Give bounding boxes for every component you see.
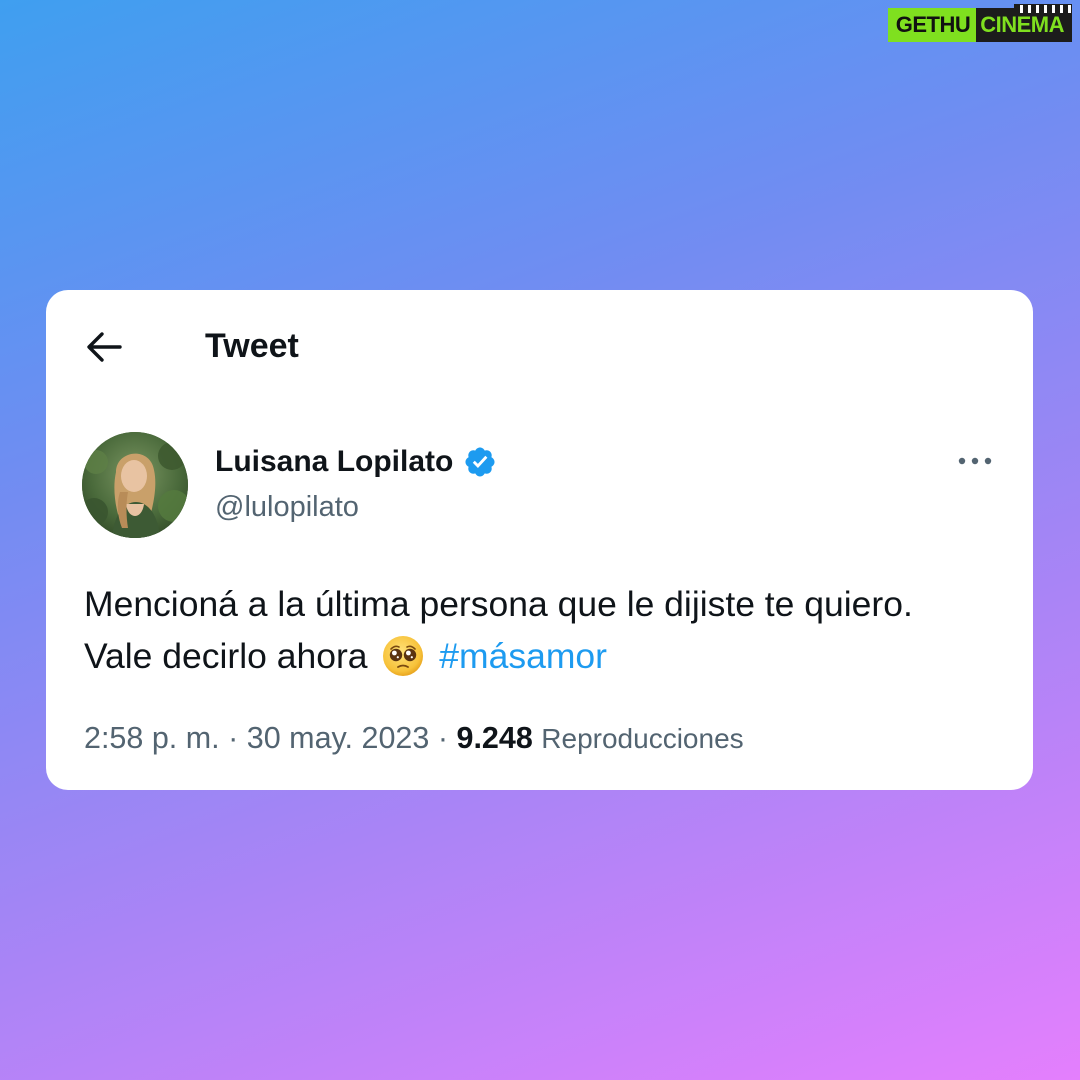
watermark-logo: GETHU CINEMA	[887, 4, 1072, 42]
avatar-photo	[82, 432, 188, 538]
tweet-text-line-2-prefix: Vale decirlo ahora	[84, 636, 368, 676]
author-name-text[interactable]: Luisana Lopilato	[215, 444, 453, 480]
tweet-text-line-1: Mencioná a la última persona que le diji…	[84, 584, 913, 624]
meta-separator: ·	[437, 721, 448, 755]
pleading-face-emoji-icon	[383, 636, 424, 676]
tweet-text: Mencioná a la última persona que le diji…	[84, 578, 1014, 682]
tweet-time[interactable]: 2:58 p. m.	[84, 721, 220, 755]
tweet-card	[46, 290, 1033, 790]
tweet-meta: 2:58 p. m. · 30 may. 2023 · 9.248 Reprod…	[84, 718, 744, 759]
tweet-text-line-2: Vale decirlo ahora #másamor	[84, 630, 1014, 682]
views-label[interactable]: Reproducciones	[541, 723, 743, 754]
watermark-text-right: CINEMA	[976, 4, 1072, 42]
avatar[interactable]	[82, 432, 188, 538]
film-strip-icon	[1014, 4, 1072, 14]
verified-badge-icon	[465, 447, 495, 477]
author-handle[interactable]: @lulopilato	[215, 490, 359, 524]
arrow-left-icon[interactable]	[84, 330, 124, 364]
tweet-date[interactable]: 30 may. 2023	[247, 721, 430, 755]
hashtag-link[interactable]: #másamor	[439, 636, 607, 676]
meta-separator: ·	[228, 721, 239, 755]
watermark-text-left: GETHU	[887, 8, 977, 42]
views-count[interactable]: 9.248	[456, 721, 532, 755]
more-horizontal-icon[interactable]	[957, 455, 993, 467]
author-name[interactable]: Luisana Lopilato	[215, 444, 497, 480]
page-title: Tweet	[205, 327, 299, 365]
